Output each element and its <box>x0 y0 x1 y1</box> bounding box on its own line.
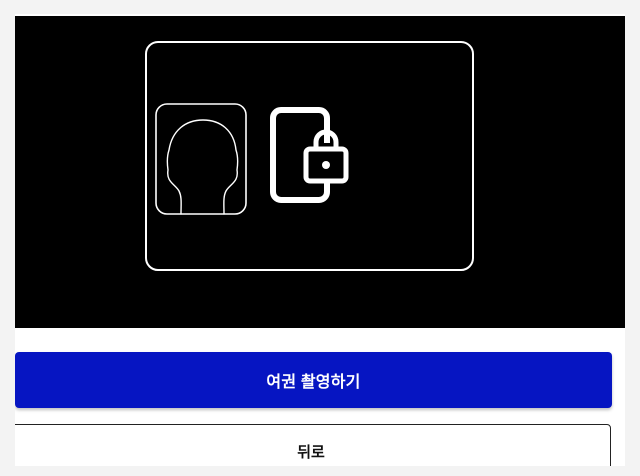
app-window: 여권 촬영하기 뒤로 <box>15 14 625 466</box>
face-portrait-icon <box>155 103 247 215</box>
back-button[interactable]: 뒤로 <box>15 424 611 466</box>
passport-guide-icon <box>145 41 474 271</box>
phone-lock-icon <box>270 107 349 203</box>
capture-passport-button[interactable]: 여권 촬영하기 <box>15 352 612 408</box>
camera-preview <box>15 16 625 328</box>
